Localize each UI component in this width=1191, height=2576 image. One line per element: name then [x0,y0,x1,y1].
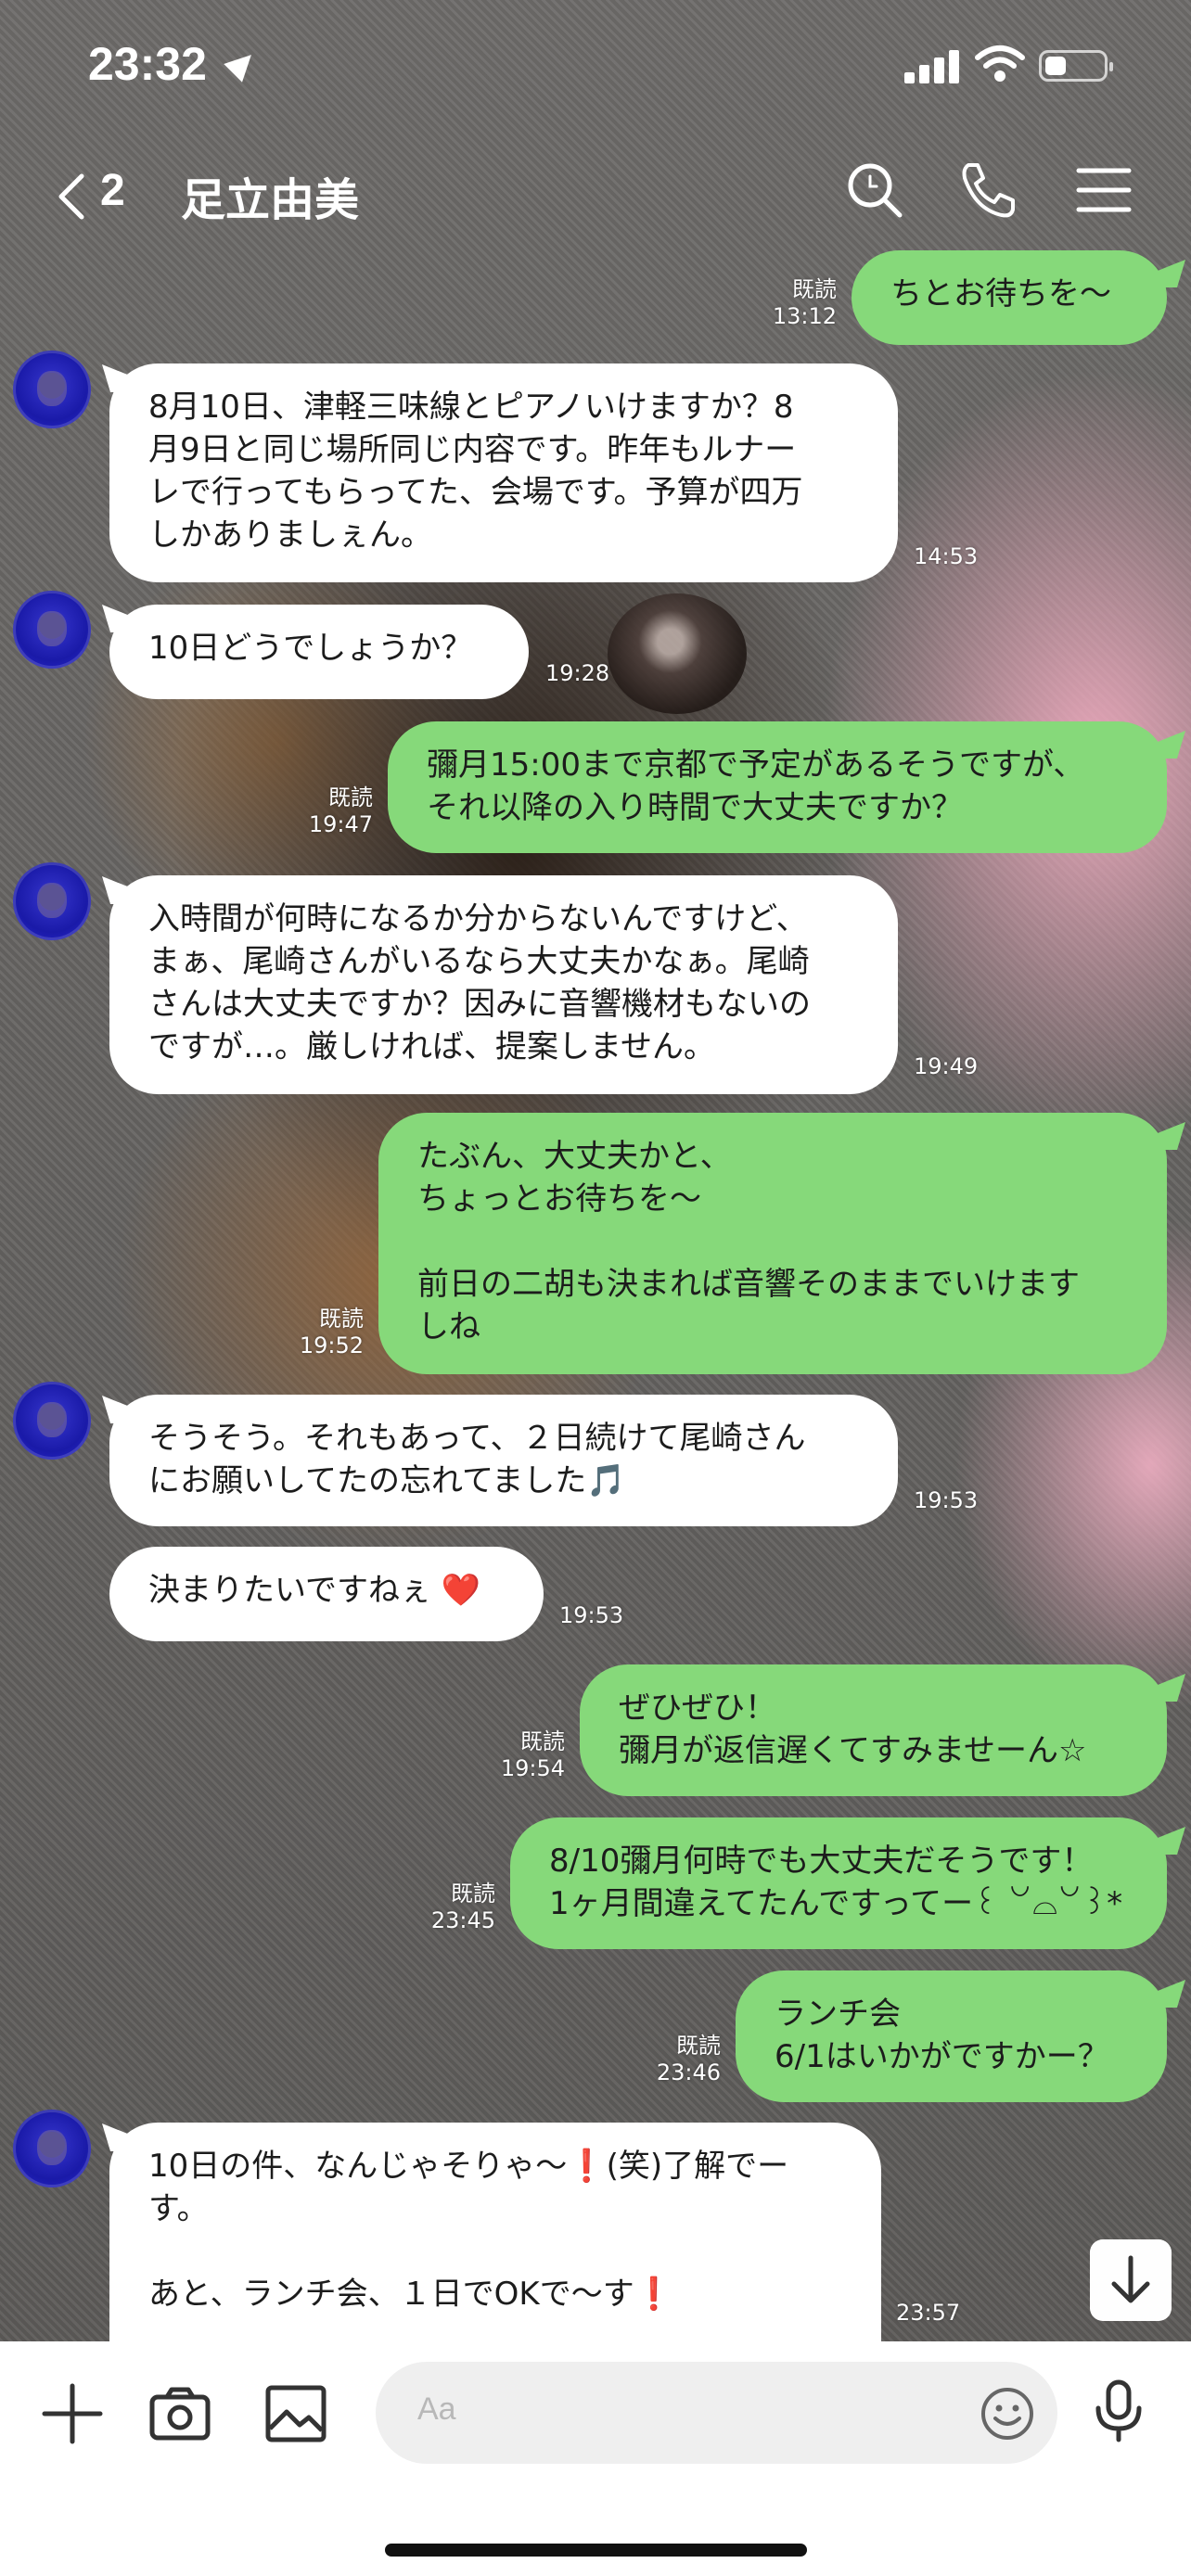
avatar[interactable] [13,1382,91,1460]
message-meta: 既読 23:45 [419,1881,495,1934]
plus-icon[interactable] [39,2380,106,2447]
input-placeholder: Aa [417,2391,456,2427]
message-time: 23:46 [656,2060,721,2085]
message-meta: 既読 19:52 [288,1306,364,1359]
message-time: 13:12 [772,303,837,329]
message-meta: 既読 19:54 [489,1728,565,1782]
read-receipt: 既読 [792,276,837,302]
emoji-icon[interactable] [979,2385,1036,2442]
message-bubble[interactable]: 10日どうでしょうか？ [109,605,529,699]
composer-bar: Aa [0,2341,1191,2576]
read-receipt: 既読 [520,1728,565,1754]
message-time: 19:28 [545,660,610,686]
message-meta: 既読 19:47 [297,784,373,838]
battery-icon [1039,50,1113,82]
read-receipt: 既読 [328,784,373,810]
message-bubble[interactable]: 彌月15:00まで京都で予定があるそうですが、 それ以降の入り時間で大丈夫ですか… [388,721,1167,853]
message-time: 19:53 [559,1602,624,1628]
message-time: 19:49 [914,1053,979,1079]
phone-icon[interactable] [955,158,1020,223]
wifi-icon [975,45,1025,82]
message-bubble[interactable]: 8月10日、津軽三味線とピアノいけますか？8 月9日と同じ場所同じ内容です。昨年… [109,363,898,582]
image-icon[interactable] [263,2380,329,2447]
message-bubble[interactable]: ちとお待ちを〜 [852,250,1167,345]
search-icon[interactable] [842,158,907,223]
read-receipt: 既読 [676,2033,721,2059]
message-bubble[interactable]: そうそう。それもあって、２日続けて尾崎さん にお願いしてたの忘れてました🎵 [109,1395,898,1526]
status-bar: 23:32 [0,0,1191,139]
location-arrow-icon [224,45,261,83]
message-time: 19:53 [914,1487,979,1513]
unread-count[interactable]: 2 [100,165,125,216]
message-time: 19:52 [299,1333,364,1358]
home-indicator[interactable] [385,2544,807,2557]
back-chevron-icon[interactable] [46,167,106,226]
chat-header: 2 足立由美 [0,148,1191,241]
message-bubble[interactable]: ぜひぜひ！ 彌月が返信遅くてすみませーん☆ [580,1664,1167,1796]
scroll-down-icon[interactable] [1090,2239,1172,2321]
microphone-icon[interactable] [1085,2377,1152,2443]
avatar[interactable] [13,2110,91,2187]
message-bubble[interactable]: ランチ会 6/1はいかがですかー？ [736,1970,1167,2102]
message-input[interactable]: Aa [376,2362,1057,2464]
signal-icon [904,46,960,83]
read-receipt: 既読 [451,1881,495,1906]
avatar[interactable] [13,351,91,428]
message-bubble[interactable]: 8/10彌月何時でも大丈夫だそうです！ 1ヶ月間違えてたんですってー꒰ ꒡⌓꒡꒱… [510,1817,1167,1949]
message-meta: 既読 23:46 [645,2033,721,2086]
camera-icon[interactable] [147,2380,213,2447]
message-bubble[interactable]: たぶん、大丈夫かと、 ちょっとお待ちを〜 前日の二胡も決まれば音響そのままでいけ… [378,1113,1167,1374]
message-time: 19:47 [308,811,373,837]
read-receipt: 既読 [319,1306,364,1332]
message-bubble[interactable]: 入時間が何時になるか分からないんですけど、 まぁ、尾崎さんがいるなら大丈夫かなぁ… [109,875,898,1094]
menu-icon[interactable] [1071,158,1136,223]
contact-name[interactable]: 足立由美 [181,163,359,228]
message-time: 23:57 [896,2300,961,2326]
message-time: 23:45 [430,1907,495,1933]
background-dog-eye [608,593,747,714]
message-time: 14:53 [914,543,979,569]
message-bubble[interactable]: 10日の件、なんじゃそりゃ〜❗️(笑)了解でー す。 あと、ランチ会、１日でOK… [109,2123,881,2364]
avatar[interactable] [13,862,91,940]
message-time: 19:54 [500,1755,565,1781]
message-meta: 既読 13:12 [761,276,837,330]
status-time: 23:32 [88,38,207,90]
message-bubble[interactable]: 決まりたいですねぇ ❤️ [109,1547,544,1641]
avatar[interactable] [13,591,91,669]
